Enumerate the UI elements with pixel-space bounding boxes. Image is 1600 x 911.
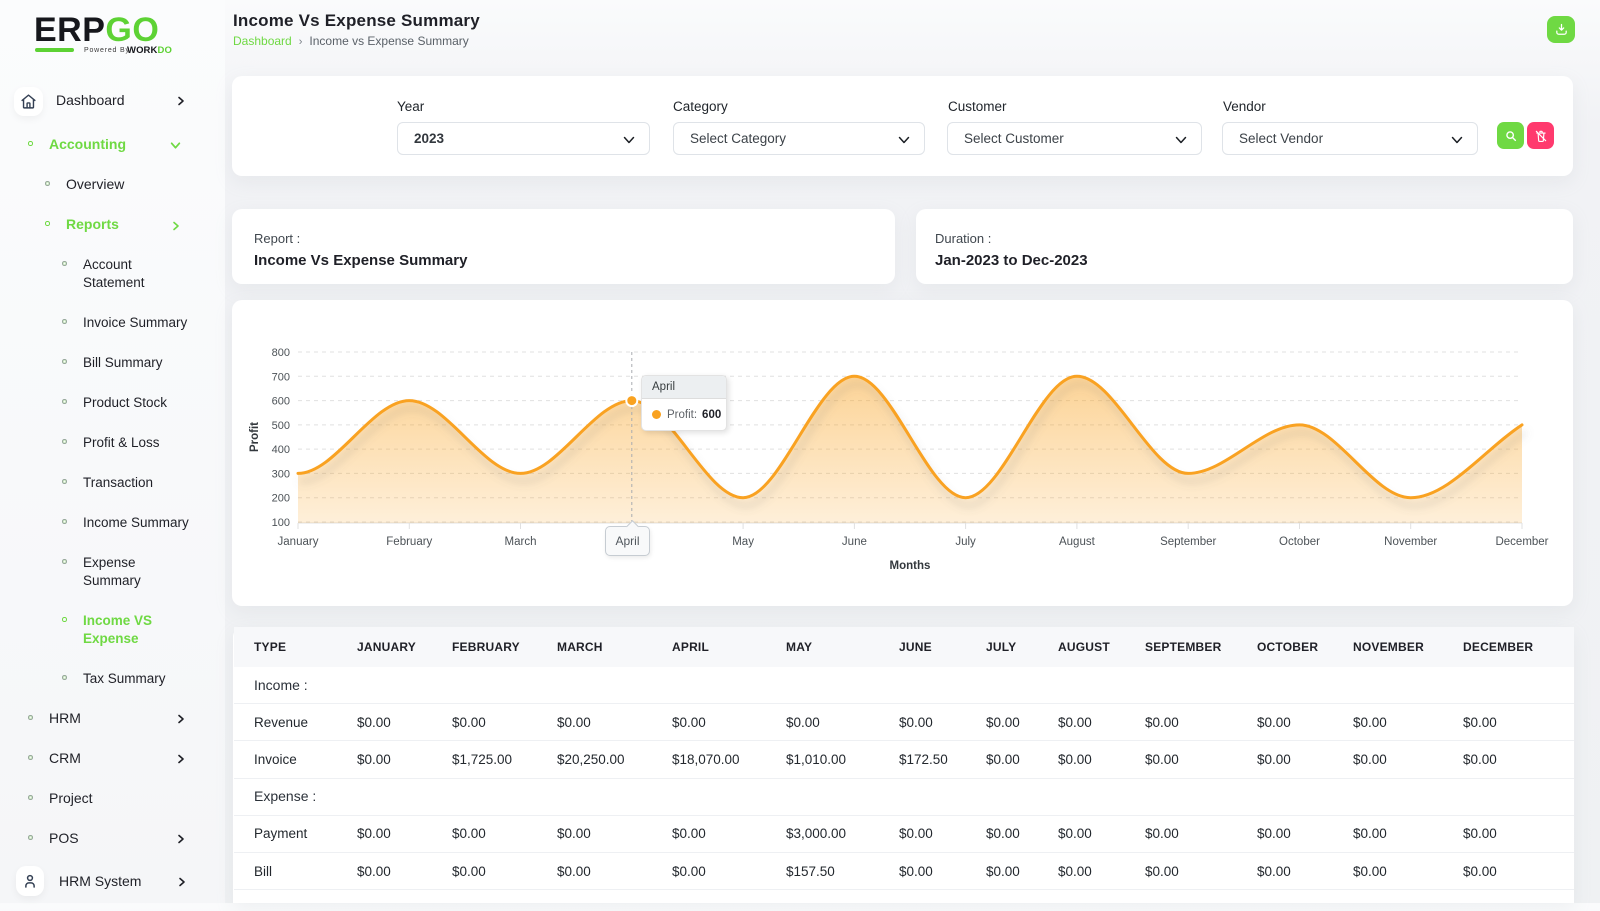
- svg-text:May: May: [732, 536, 754, 548]
- svg-text:300: 300: [272, 468, 290, 480]
- svg-text:November: November: [1384, 536, 1437, 548]
- svg-text:500: 500: [272, 420, 290, 432]
- svg-text:600: 600: [272, 396, 290, 408]
- svg-text:800: 800: [272, 347, 290, 359]
- svg-text:200: 200: [272, 493, 290, 505]
- svg-text:March: March: [505, 536, 537, 548]
- svg-text:September: September: [1160, 536, 1216, 548]
- svg-text:Profit: Profit: [249, 422, 261, 452]
- svg-text:Months: Months: [890, 560, 931, 572]
- svg-text:August: August: [1059, 536, 1096, 548]
- svg-text:February: February: [386, 536, 432, 548]
- svg-text:700: 700: [272, 371, 290, 383]
- svg-text:January: January: [278, 536, 319, 548]
- svg-text:June: June: [842, 536, 867, 548]
- svg-text:July: July: [955, 536, 976, 548]
- svg-text:100: 100: [272, 517, 290, 529]
- svg-text:400: 400: [272, 444, 290, 456]
- svg-text:December: December: [1495, 536, 1548, 548]
- svg-text:October: October: [1279, 536, 1320, 548]
